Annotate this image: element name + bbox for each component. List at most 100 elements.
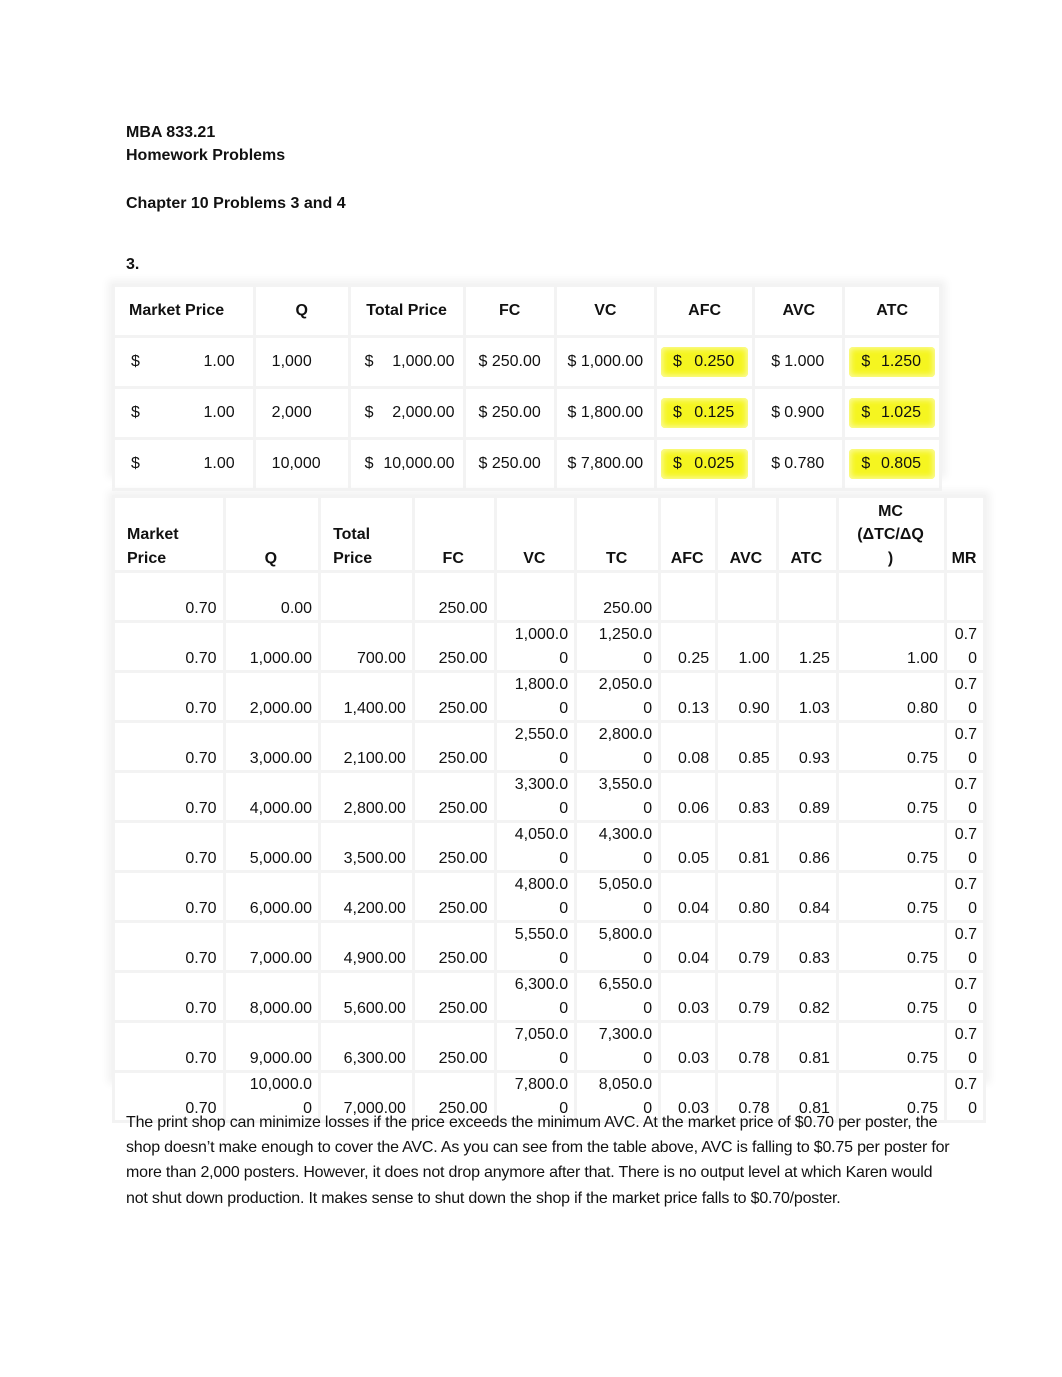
- value: 0.80: [906, 699, 939, 717]
- cell-line: 3,550.0: [598, 776, 653, 793]
- value: 250.00: [438, 699, 488, 717]
- column-header: Q: [252, 284, 351, 338]
- money-cell: $1.00: [115, 404, 253, 422]
- cell-tc: 1,250.0 0: [574, 620, 662, 673]
- value: 0.75: [906, 849, 939, 867]
- column-header-avc: AVC: [715, 495, 779, 573]
- cell-atc: [775, 570, 839, 623]
- course-code: MBA 833.21: [126, 124, 216, 141]
- cell-afc: 0.25: [658, 620, 719, 673]
- value: 0.70: [185, 849, 217, 867]
- cell-atc: 0.86: [775, 820, 839, 873]
- cell-line: 7,800.0: [514, 1076, 569, 1093]
- cell-mr: 0.7 0: [944, 970, 986, 1023]
- cell-q: 8,000.00: [222, 970, 322, 1023]
- value: 0.86: [798, 849, 830, 867]
- cell-fc: 250.00: [411, 570, 497, 623]
- value: 2,800.00: [343, 799, 406, 817]
- cell-avc: $1.000: [752, 335, 846, 389]
- value: 0.75: [906, 949, 939, 967]
- value: 2,000: [271, 404, 312, 421]
- cell-q: 0.00: [222, 570, 322, 623]
- cell-mp: 0.70: [112, 1020, 226, 1073]
- cell-fc: 250.00: [411, 920, 497, 973]
- value: 0.93: [798, 749, 830, 767]
- cell-line: 1,250.0: [598, 626, 653, 643]
- cell-line: 5,000.00: [249, 849, 313, 867]
- value: 1.25: [798, 649, 830, 667]
- column-header-q: Q: [222, 495, 322, 573]
- cell-line: 4,300.0: [598, 826, 653, 843]
- value: 1.250: [880, 353, 921, 370]
- value: 0.75: [906, 749, 939, 767]
- cell-fc: 250.00: [411, 970, 497, 1023]
- value: 0.805: [880, 455, 921, 472]
- value: 0.83: [738, 799, 770, 817]
- money-cell: $0.780: [759, 449, 838, 479]
- cell-tp: 700.00: [318, 620, 415, 673]
- table-row: 0.70 2,000.00 1,400.00 250.00 1,800.0 0 2,050.…: [112, 670, 986, 723]
- cell-total-price: $10,000.00: [347, 437, 466, 491]
- value: 2,100.00: [343, 749, 406, 767]
- cell-avc: 0.81: [715, 820, 779, 873]
- value: 700.00: [356, 649, 406, 667]
- cell-line: [501, 597, 569, 621]
- cell-tp: 2,800.00: [318, 770, 415, 823]
- value: 0.90: [738, 699, 770, 717]
- value: 0.70: [185, 999, 217, 1017]
- cell-mr: 0.7 0: [944, 920, 986, 973]
- value: 0.03: [678, 999, 710, 1017]
- cell-afc: 0.03: [658, 970, 719, 1023]
- value: 250.00: [438, 899, 488, 917]
- cell-mr: 0.7 0: [944, 1020, 986, 1073]
- cell-tc: 2,800.0 0: [574, 720, 662, 773]
- value: 0.70: [185, 649, 217, 667]
- cell-afc: [658, 570, 719, 623]
- cell-line: 0.7: [954, 776, 977, 793]
- cell-line: 1,000.0: [514, 626, 569, 643]
- cell-vc: 6,300.0 0: [493, 970, 578, 1023]
- column-header-fc: FC: [411, 495, 497, 573]
- cell-line: 5,550.0: [514, 926, 569, 943]
- value: 0.89: [798, 799, 830, 817]
- column-header: AVC: [752, 284, 846, 338]
- cell-fc: 250.00: [411, 720, 497, 773]
- cell-mr: [944, 570, 986, 623]
- cell-vc: $ 7,800.00: [553, 437, 657, 491]
- cell-vc: [493, 570, 578, 623]
- money-cell: $0.900: [759, 398, 838, 428]
- currency-symbol: $: [364, 353, 374, 370]
- cell-mp: 0.70: [112, 870, 226, 923]
- cell-line: 7,050.0: [514, 1026, 569, 1043]
- cell-vc: $ 1,000.00: [553, 335, 657, 389]
- value: 1,400.00: [343, 699, 406, 717]
- cell-avc: $0.900: [752, 386, 846, 440]
- document-title: Homework Problems: [126, 147, 286, 164]
- cell-atc: 0.84: [775, 870, 839, 923]
- column-header: Total Price: [347, 284, 466, 338]
- value: 0.78: [738, 1049, 770, 1067]
- column-header-total-price: Total Price: [318, 495, 415, 573]
- money-cell: $1.00: [115, 455, 253, 473]
- cell-vc: 1,800.0 0: [493, 670, 578, 723]
- cell-tc: 3,550.0 0: [574, 770, 662, 823]
- cell-atc: 0.89: [775, 770, 839, 823]
- cell-atc: 0.82: [775, 970, 839, 1023]
- cell-fc: 250.00: [411, 620, 497, 673]
- value: 1.00: [738, 649, 770, 667]
- money-cell: $1.000: [759, 347, 838, 377]
- value: 0.06: [678, 799, 710, 817]
- cell-line: 0: [559, 899, 569, 917]
- column-header-vc: VC: [493, 495, 578, 573]
- cell-market-price: $1.00: [112, 386, 256, 440]
- money-cell: $2,000.00: [351, 404, 463, 422]
- cell-q: 1,000: [252, 335, 351, 389]
- currency-symbol: $: [861, 455, 871, 472]
- cell-line: 8,000.00: [249, 999, 313, 1017]
- cell-afc: 0.03: [658, 1020, 719, 1073]
- column-header: VC: [553, 284, 657, 338]
- table-row: $1.00 1,000 $1,000.00 $ 250.00 $ 1,000.00 $0.…: [112, 335, 942, 389]
- cell-fc: 250.00: [411, 1020, 497, 1073]
- cell-line: 2,800.0: [598, 726, 653, 743]
- cell-tp: 4,200.00: [318, 870, 415, 923]
